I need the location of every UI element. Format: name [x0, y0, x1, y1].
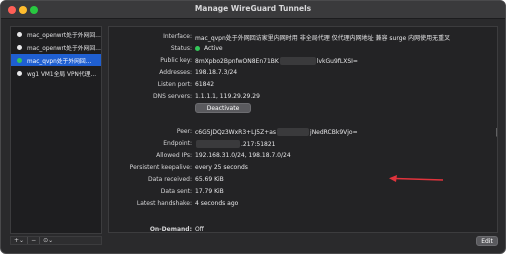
status-dot-icon [17, 44, 22, 50]
tunnel-name: mac_openwrt处于外网回… [27, 32, 101, 39]
status-value: Active [204, 45, 223, 52]
addresses-row: Addresses: 198.18.7.3/24 [109, 69, 497, 79]
tunnel-item[interactable]: mac_openwrt处于外网回… [11, 41, 101, 53]
redaction-box [279, 57, 316, 65]
keepalive-label: Persistent keepalive: [129, 164, 192, 171]
public-key-suffix: lvkGu9fLXSI= [316, 57, 358, 65]
data-received-label: Data received: [148, 176, 192, 183]
data-received-row: Data received: 65.69 KiB [109, 176, 497, 186]
dns-servers-value: 1.1.1.1, 119.29.29.29 [195, 93, 260, 100]
app-window: Manage WireGuard Tunnels mac_openwrt处于外网… [0, 0, 506, 254]
interface-label: Interface: [163, 33, 192, 40]
redaction-box [277, 128, 310, 136]
allowed-ips-label: Allowed IPs: [156, 152, 192, 159]
on-demand-label: On-Demand: [149, 226, 192, 233]
tunnel-item[interactable]: wg1 VM1全局 VPN代理… [11, 67, 101, 79]
data-received-value: 65.69 KiB [195, 176, 224, 183]
endpoint-row: Endpoint: .217:51821 [109, 140, 497, 150]
more-actions-button[interactable]: ⊙⌄ [40, 237, 56, 244]
data-sent-row: Data sent: 17.79 KiB [109, 188, 497, 198]
latest-handshake-row: Latest handshake: 4 seconds ago [109, 200, 497, 210]
status-dot-icon [195, 46, 200, 51]
endpoint-value: .217:51821 [241, 140, 276, 148]
dns-servers-row: DNS servers: 1.1.1.1, 119.29.29.29 [109, 93, 497, 103]
public-key-label: Public key: [160, 57, 192, 64]
edit-button[interactable]: Edit [476, 236, 498, 246]
peer-key-suffix: jNedRCBk9Vjo= [310, 128, 358, 136]
redaction-box [196, 140, 240, 148]
latest-handshake-value: 4 seconds ago [195, 200, 239, 207]
remove-tunnel-button[interactable]: − [28, 237, 39, 244]
interface-value: mac_qvpn处于外网回访家里内网时用 非全局代理 仅代理内网地址 兼容 su… [195, 35, 451, 42]
on-demand-value: Off [195, 226, 204, 233]
on-demand-row: On-Demand: Off [109, 226, 497, 233]
sidebar-controls: + ⌄ − ⊙⌄ [10, 236, 102, 245]
endpoint-label: Endpoint: [163, 140, 192, 147]
listen-port-row: Listen port: 61842 [109, 81, 497, 91]
allowed-ips-row: Allowed IPs: 192.168.31.0/24, 198.18.7.0… [109, 152, 497, 162]
deactivate-button[interactable]: Deactivate [195, 103, 251, 113]
status-dot-icon [17, 31, 22, 37]
public-key-row: Public key: 8mXpbo2BpnfwON8En71BK lvkGu9… [109, 57, 497, 67]
keepalive-row: Persistent keepalive: every 25 seconds [109, 164, 497, 174]
status-dot-icon [17, 70, 22, 76]
listen-port-value: 61842 [195, 81, 215, 88]
listen-port-label: Listen port: [157, 81, 192, 88]
data-sent-label: Data sent: [160, 188, 192, 195]
dns-servers-label: DNS servers: [153, 93, 192, 100]
public-key-prefix: 8mXpbo2BpnfwON8En71BK [195, 57, 279, 65]
add-tunnel-button[interactable]: + ⌄ [11, 237, 27, 244]
peer-key-prefix: c6G5JDQz3WxR3+LJ5Z+as [195, 128, 277, 136]
tunnel-name: wg1 VM1全局 VPN代理… [27, 71, 97, 78]
tunnel-list: mac_openwrt处于外网回… mac_openwrt处于外网回… mac_… [10, 26, 102, 234]
tunnel-item[interactable]: mac_openwrt处于外网回… [11, 28, 101, 40]
latest-handshake-label: Latest handshake: [136, 200, 192, 207]
title-bar: Manage WireGuard Tunnels [1, 1, 505, 19]
tunnel-item-selected[interactable]: mac_qvpn处于外网回… [11, 54, 101, 66]
allowed-ips-value: 192.168.31.0/24, 198.18.7.0/24 [195, 152, 291, 159]
addresses-value: 198.18.7.3/24 [195, 69, 238, 76]
data-sent-value: 17.79 KiB [195, 188, 224, 195]
status-label: Status: [170, 45, 192, 52]
tunnel-name: mac_openwrt处于外网回… [27, 45, 101, 52]
status-row: Status: Active [109, 45, 497, 55]
window-title: Manage WireGuard Tunnels [194, 4, 312, 13]
peer-label: Peer: [176, 128, 192, 135]
tunnel-detail-pane: Interface: mac_qvpn处于外网回访家里内网时用 非全局代理 仅代… [108, 26, 498, 233]
keepalive-value: every 25 seconds [195, 164, 248, 171]
tunnel-name: mac_qvpn处于外网回… [27, 58, 92, 65]
interface-row: Interface: mac_qvpn处于外网回访家里内网时用 非全局代理 仅代… [109, 33, 497, 43]
status-dot-icon [17, 57, 22, 63]
peer-row: Peer: c6G5JDQz3WxR3+LJ5Z+as jNedRCBk9Vjo… [109, 128, 497, 138]
addresses-label: Addresses: [159, 69, 192, 76]
